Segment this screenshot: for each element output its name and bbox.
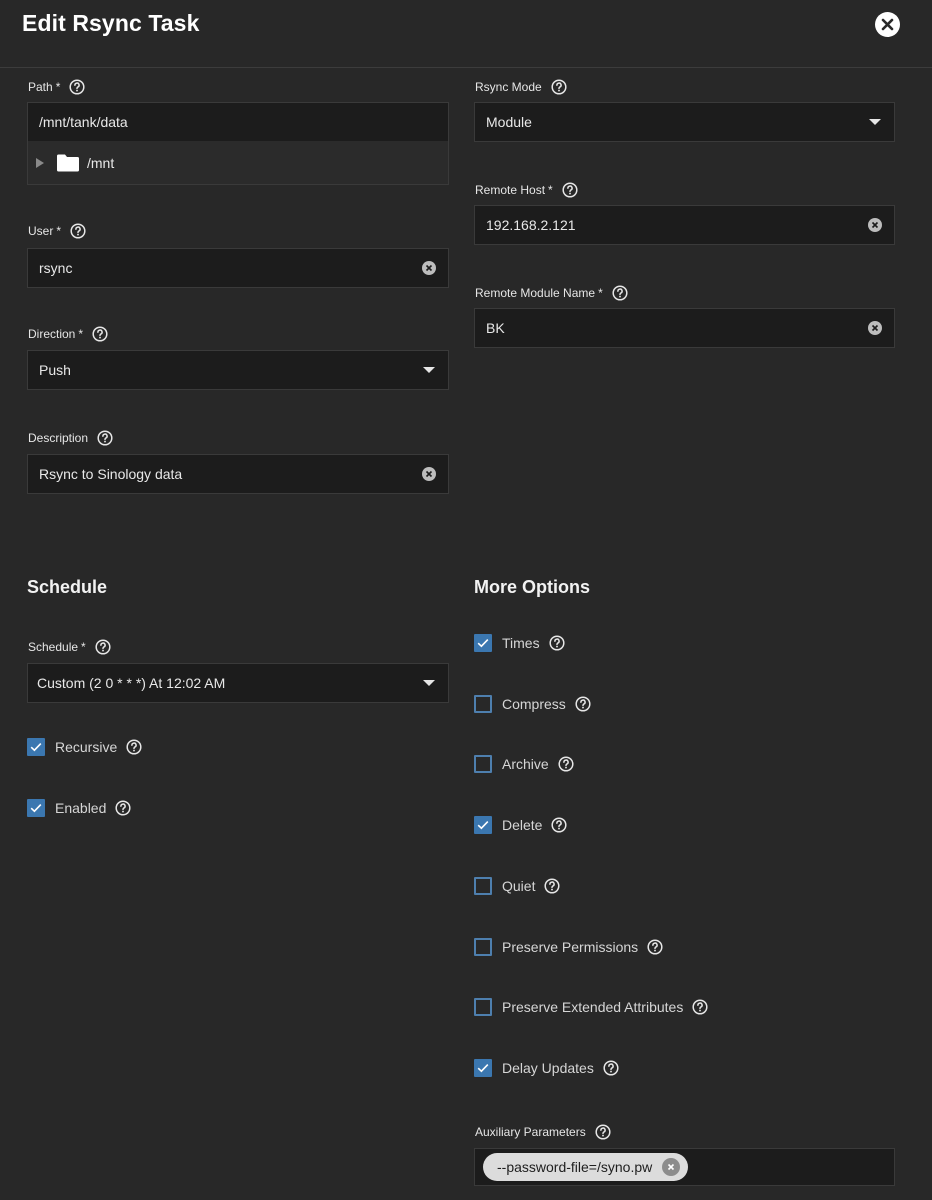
description-input[interactable]: Rsync to Sinology data (27, 454, 449, 494)
checkbox-label: Delay Updates (502, 1059, 594, 1076)
checkbox-label: Times (502, 635, 540, 651)
checkbox-box[interactable] (474, 998, 492, 1017)
remote-host-input[interactable]: 192.168.2.121 (474, 205, 895, 245)
checkbox-enabled[interactable]: Enabled (27, 797, 131, 819)
remote-host-label: Remote Host * (475, 180, 578, 200)
checkbox-box[interactable] (474, 876, 492, 895)
checkbox-delay-updates[interactable]: Delay Updates (474, 1057, 619, 1079)
checkbox-label: Archive (502, 756, 549, 773)
checkbox-archive[interactable]: Archive (474, 753, 574, 775)
schedule-label: Schedule * (28, 637, 111, 657)
path-tree: /mnt (27, 141, 449, 185)
direction-select[interactable]: Push (27, 350, 449, 390)
remote-module-clear-icon[interactable] (868, 321, 882, 335)
folder-icon (56, 154, 80, 172)
description-help-icon[interactable] (97, 430, 113, 446)
checkbox-box[interactable] (474, 694, 492, 713)
checkbox-box[interactable] (474, 937, 492, 956)
path-input[interactable]: /mnt/tank/data (27, 102, 449, 142)
times-help-icon[interactable] (549, 635, 565, 651)
recursive-help-icon[interactable] (126, 739, 142, 755)
checkbox-preserve-extended-attributes[interactable]: Preserve Extended Attributes (474, 996, 708, 1018)
check-icon (30, 742, 42, 752)
quiet-help-icon[interactable] (544, 878, 561, 894)
chevron-down-icon (869, 119, 881, 125)
checkbox-box[interactable] (27, 799, 45, 817)
preserve-permissions-help-icon[interactable] (647, 938, 663, 955)
rsync-mode-select[interactable]: Module (474, 102, 895, 142)
remote-module-help-icon[interactable] (612, 285, 628, 301)
dialog-header: Edit Rsync Task (0, 0, 932, 68)
path-help-icon[interactable] (69, 79, 85, 95)
rsync-mode-help-icon[interactable] (551, 79, 567, 95)
close-icon (881, 18, 894, 31)
remote-host-help-icon[interactable] (562, 182, 578, 198)
checkbox-quiet[interactable]: Quiet (474, 875, 561, 897)
close-button[interactable] (875, 12, 900, 37)
check-icon (477, 820, 489, 830)
archive-help-icon[interactable] (558, 756, 574, 772)
path-label: Path * (28, 77, 85, 97)
checkbox-box[interactable] (474, 634, 492, 652)
description-clear-icon[interactable] (422, 467, 436, 481)
aux-params-label: Auxiliary Parameters (475, 1122, 611, 1142)
checkbox-box[interactable] (474, 816, 492, 835)
chip-remove-icon[interactable] (662, 1158, 681, 1176)
checkbox-label: Recursive (55, 739, 118, 755)
schedule-heading: Schedule (27, 577, 108, 597)
checkbox-label: Enabled (55, 800, 107, 816)
checkbox-times[interactable]: Times (474, 632, 565, 654)
checkbox-preserve-permissions[interactable]: Preserve Permissions (474, 936, 663, 958)
tree-node-mnt[interactable]: /mnt (87, 155, 114, 171)
compress-help-icon[interactable] (575, 696, 591, 712)
remote-host-clear-icon[interactable] (868, 218, 882, 232)
enabled-help-icon[interactable] (115, 800, 131, 816)
delay-updates-help-icon[interactable] (603, 1060, 619, 1076)
chevron-down-icon (423, 680, 435, 686)
user-clear-icon[interactable] (422, 261, 436, 275)
tree-expand-icon[interactable] (36, 157, 44, 168)
check-icon (30, 803, 42, 813)
description-label: Description (28, 428, 113, 448)
checkbox-compress[interactable]: Compress (474, 693, 591, 715)
check-icon (477, 638, 489, 648)
checkbox-label: Preserve Permissions (502, 938, 639, 955)
checkbox-recursive[interactable]: Recursive (27, 736, 142, 758)
aux-params-input[interactable]: --password-file=/syno.pw (474, 1148, 895, 1186)
checkbox-box[interactable] (474, 1058, 492, 1077)
dialog-title: Edit Rsync Task (22, 10, 200, 36)
checkbox-label: Preserve Extended Attributes (502, 999, 684, 1016)
check-icon (477, 1063, 489, 1073)
rsync-mode-label: Rsync Mode (475, 77, 567, 97)
aux-param-chip[interactable]: --password-file=/syno.pw (483, 1153, 689, 1181)
user-help-icon[interactable] (70, 223, 86, 239)
schedule-help-icon[interactable] (95, 639, 111, 655)
checkbox-label: Quiet (502, 877, 536, 894)
user-input[interactable]: rsync (27, 248, 449, 288)
checkbox-label: Compress (502, 695, 566, 712)
checkbox-box[interactable] (27, 738, 45, 756)
remote-module-input[interactable]: BK (474, 308, 895, 348)
user-label: User * (28, 221, 86, 241)
checkbox-delete[interactable]: Delete (474, 814, 568, 836)
checkbox-box[interactable] (474, 755, 492, 774)
delete-help-icon[interactable] (551, 817, 568, 833)
direction-help-icon[interactable] (92, 326, 108, 342)
preserve-extended-attributes-help-icon[interactable] (692, 999, 708, 1015)
chevron-down-icon (423, 367, 435, 373)
checkbox-label: Delete (502, 817, 543, 834)
more-options-heading: More Options (474, 577, 590, 597)
remote-module-label: Remote Module Name * (475, 283, 628, 303)
schedule-select[interactable]: Custom (2 0 * * *) At 12:02 AM (27, 663, 449, 703)
direction-label: Direction * (28, 324, 108, 344)
aux-params-help-icon[interactable] (595, 1124, 611, 1140)
